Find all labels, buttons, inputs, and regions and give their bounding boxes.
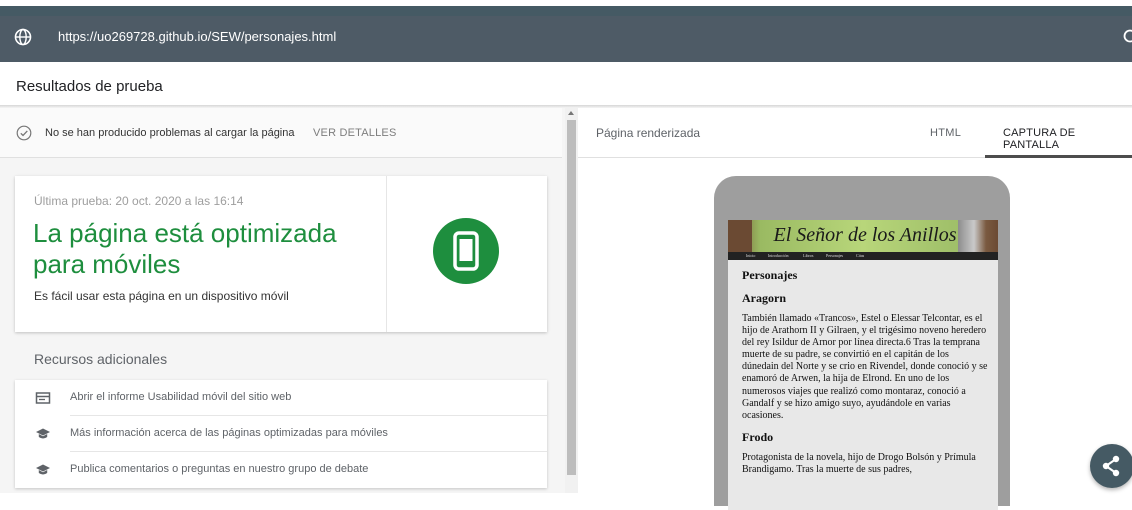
resource-label: Publica comentarios o preguntas en nuest… — [70, 463, 368, 475]
result-headline: La página está optimizada para móviles — [33, 218, 378, 280]
view-details-link[interactable]: VER DETALLES — [313, 127, 397, 139]
search-icon[interactable] — [1122, 28, 1132, 46]
rendered-section-title: Frodo — [742, 430, 988, 445]
phone-frame: El Señor de los Anillos Inicio Introducc… — [714, 176, 1010, 506]
status-row: No se han producido problemas al cargar … — [0, 108, 562, 158]
resources-list: Abrir el informe Usabilidad móvil del si… — [15, 380, 547, 488]
site-nav-item: Libros — [803, 253, 813, 258]
summary-card: Última prueba: 20 oct. 2020 a las 16:14 … — [15, 176, 547, 332]
status-message: No se han producido problemas al cargar … — [45, 127, 295, 139]
list-item[interactable]: Abrir el informe Usabilidad móvil del si… — [15, 380, 547, 416]
active-tab-indicator — [985, 155, 1132, 158]
site-nav-item: Citas — [856, 253, 864, 258]
browser-bar: https://uo269728.github.io/SEW/personaje… — [0, 0, 1132, 62]
site-banner: El Señor de los Anillos — [728, 220, 998, 252]
resource-label: Abrir el informe Usabilidad móvil del si… — [70, 391, 291, 403]
resources-title: Recursos adicionales — [34, 351, 167, 367]
list-item[interactable]: Publica comentarios o preguntas en nuest… — [15, 452, 547, 488]
share-button[interactable] — [1090, 444, 1132, 488]
rendered-paragraph: También llamado «Trancos», Estel o Eless… — [742, 313, 988, 422]
last-test-timestamp: Última prueba: 20 oct. 2020 a las 16:14 — [34, 194, 243, 208]
rendered-content: Personajes Aragorn También llamado «Tran… — [742, 268, 988, 484]
check-circle-icon — [16, 125, 32, 141]
url-strip-top — [0, 6, 1132, 16]
school-icon — [35, 462, 51, 478]
report-icon — [35, 390, 51, 406]
url-text[interactable]: https://uo269728.github.io/SEW/personaje… — [58, 29, 336, 44]
tab-html[interactable]: HTML — [930, 127, 961, 139]
rendered-heading: Personajes — [742, 268, 988, 283]
card-divider — [386, 176, 387, 332]
site-nav-item: Personajes — [826, 253, 843, 258]
page-title: Resultados de prueba — [16, 78, 163, 95]
rendered-page-label: Página renderizada — [596, 126, 700, 140]
site-nav-item: Inicio — [746, 253, 755, 258]
scroll-up-arrow-icon[interactable] — [568, 111, 574, 115]
banner-image-left — [728, 220, 752, 252]
result-description: Es fácil usar esta página en un disposit… — [34, 289, 289, 303]
school-icon — [35, 426, 51, 442]
rendered-screenshot: El Señor de los Anillos Inicio Introducc… — [728, 220, 998, 510]
list-item[interactable]: Más información acerca de las páginas op… — [15, 416, 547, 452]
right-panel-header: Página renderizada HTML CAPTURA DE PANTA… — [578, 108, 1132, 158]
banner-title: El Señor de los Anillos — [750, 224, 980, 247]
scrollbar-thumb[interactable] — [567, 120, 576, 475]
right-panel: Página renderizada HTML CAPTURA DE PANTA… — [578, 108, 1132, 493]
rendered-paragraph: Protagonista de la novela, hijo de Drogo… — [742, 452, 988, 476]
mobile-phone-icon — [433, 218, 499, 284]
resource-label: Más información acerca de las páginas op… — [70, 427, 388, 439]
left-panel: No se han producido problemas al cargar … — [0, 108, 565, 493]
site-nav-item: Introducción — [768, 253, 788, 258]
globe-icon — [14, 28, 32, 46]
share-icon — [1090, 444, 1132, 488]
rendered-section-title: Aragorn — [742, 291, 988, 306]
tab-screenshot[interactable]: CAPTURA DE PANTALLA — [1003, 127, 1132, 151]
